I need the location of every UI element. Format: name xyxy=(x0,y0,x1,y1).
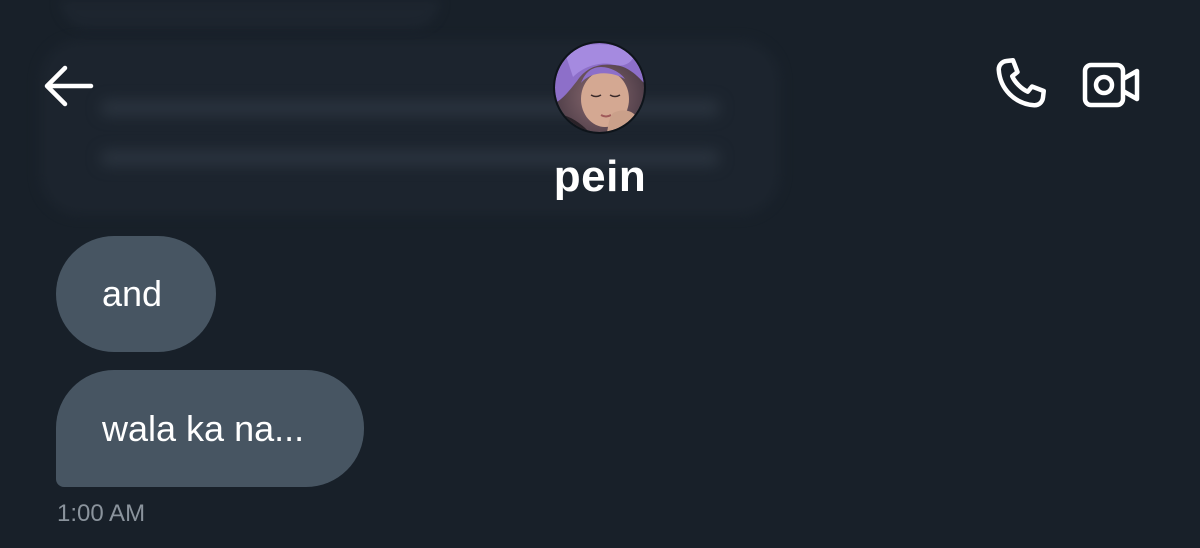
voice-call-button[interactable] xyxy=(988,54,1052,118)
back-button[interactable] xyxy=(38,60,98,116)
message-text: and xyxy=(102,273,163,314)
contact-name[interactable]: pein xyxy=(0,152,1200,202)
dm-conversation-screen: pein and wala ka na... 1:00 AM xyxy=(0,0,1200,548)
avatar[interactable] xyxy=(553,41,646,134)
arrow-left-icon xyxy=(41,63,95,114)
video-camera-icon xyxy=(1081,59,1141,116)
video-call-button[interactable] xyxy=(1078,58,1144,116)
conversation-header: pein xyxy=(0,0,1200,220)
profile-photo xyxy=(555,43,644,132)
phone-icon xyxy=(990,54,1050,119)
message-bubble[interactable]: and xyxy=(56,236,216,352)
message-text: wala ka na... xyxy=(102,407,305,449)
message-bubble[interactable]: wala ka na... xyxy=(56,370,364,487)
message-timestamp: 1:00 AM xyxy=(57,500,146,527)
